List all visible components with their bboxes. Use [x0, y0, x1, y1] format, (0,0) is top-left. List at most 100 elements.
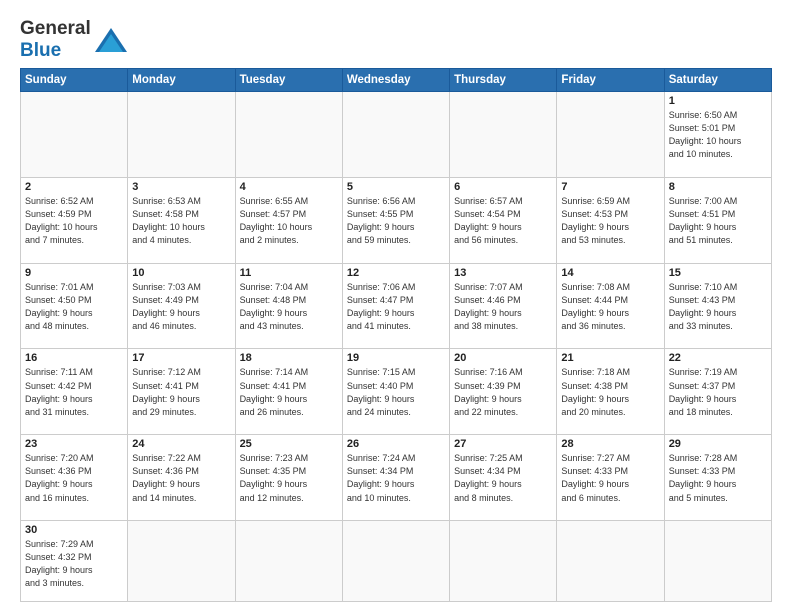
day-info: Sunrise: 7:22 AM Sunset: 4:36 PM Dayligh… [132, 452, 230, 504]
calendar-cell: 2 Sunrise: 6:52 AM Sunset: 4:59 PM Daylig… [21, 177, 128, 263]
calendar-cell [342, 521, 449, 602]
day-number: 12 [347, 267, 445, 279]
header-monday: Monday [128, 68, 235, 91]
day-info: Sunrise: 7:04 AM Sunset: 4:48 PM Dayligh… [240, 281, 338, 333]
calendar-cell: 4Sunrise: 6:55 AM Sunset: 4:57 PM Daylig… [235, 177, 342, 263]
calendar-cell: 12 Sunrise: 7:06 AM Sunset: 4:47 PM Dayli… [342, 263, 449, 349]
day-number: 6 [454, 181, 552, 193]
calendar-cell: 28Sunrise: 7:27 AM Sunset: 4:33 PM Dayli… [557, 435, 664, 521]
calendar-cell: 17Sunrise: 7:12 AM Sunset: 4:41 PM Dayli… [128, 349, 235, 435]
header-saturday: Saturday [664, 68, 771, 91]
calendar-cell: 8 Sunrise: 7:00 AM Sunset: 4:51 PM Daylig… [664, 177, 771, 263]
header-sunday: Sunday [21, 68, 128, 91]
day-number: 26 [347, 438, 445, 450]
logo-text: General Blue [20, 18, 91, 62]
day-number: 15 [669, 267, 767, 279]
day-number: 3 [132, 181, 230, 193]
day-info: Sunrise: 7:11 AM Sunset: 4:42 PM Dayligh… [25, 366, 123, 418]
day-number: 22 [669, 352, 767, 364]
day-number: 16 [25, 352, 123, 364]
calendar-cell: 3 Sunrise: 6:53 AM Sunset: 4:58 PM Daylig… [128, 177, 235, 263]
calendar-cell: 1 Sunrise: 6:50 AM Sunset: 5:01 PM Daylig… [664, 91, 771, 177]
header-wednesday: Wednesday [342, 68, 449, 91]
day-number: 19 [347, 352, 445, 364]
day-number: 20 [454, 352, 552, 364]
day-number: 29 [669, 438, 767, 450]
calendar-cell [557, 91, 664, 177]
day-info: Sunrise: 6:57 AM Sunset: 4:54 PM Dayligh… [454, 195, 552, 247]
day-info: Sunrise: 7:19 AM Sunset: 4:37 PM Dayligh… [669, 366, 767, 418]
header-tuesday: Tuesday [235, 68, 342, 91]
day-info: Sunrise: 7:00 AM Sunset: 4:51 PM Dayligh… [669, 195, 767, 247]
day-info: Sunrise: 7:25 AM Sunset: 4:34 PM Dayligh… [454, 452, 552, 504]
day-info: Sunrise: 7:15 AM Sunset: 4:40 PM Dayligh… [347, 366, 445, 418]
calendar-cell [450, 521, 557, 602]
day-number: 8 [669, 181, 767, 193]
calendar-cell [21, 91, 128, 177]
calendar-cell: 22 Sunrise: 7:19 AM Sunset: 4:37 PM Dayli… [664, 349, 771, 435]
page: General Blue Sunday Monday Tuesday Wedne… [0, 0, 792, 612]
day-info: Sunrise: 6:52 AM Sunset: 4:59 PM Dayligh… [25, 195, 123, 247]
calendar-cell: 14Sunrise: 7:08 AM Sunset: 4:44 PM Dayli… [557, 263, 664, 349]
logo-icon [93, 26, 129, 54]
day-number: 1 [669, 95, 767, 107]
day-info: Sunrise: 6:53 AM Sunset: 4:58 PM Dayligh… [132, 195, 230, 247]
day-info: Sunrise: 6:59 AM Sunset: 4:53 PM Dayligh… [561, 195, 659, 247]
calendar-cell: 26 Sunrise: 7:24 AM Sunset: 4:34 PM Dayli… [342, 435, 449, 521]
day-info: Sunrise: 7:24 AM Sunset: 4:34 PM Dayligh… [347, 452, 445, 504]
day-number: 18 [240, 352, 338, 364]
calendar-cell: 15 Sunrise: 7:10 AM Sunset: 4:43 PM Dayli… [664, 263, 771, 349]
calendar-cell: 27 Sunrise: 7:25 AM Sunset: 4:34 PM Dayli… [450, 435, 557, 521]
day-number: 7 [561, 181, 659, 193]
calendar-cell [664, 521, 771, 602]
day-number: 17 [132, 352, 230, 364]
calendar-cell: 29Sunrise: 7:28 AM Sunset: 4:33 PM Dayli… [664, 435, 771, 521]
day-info: Sunrise: 7:20 AM Sunset: 4:36 PM Dayligh… [25, 452, 123, 504]
day-number: 4 [240, 181, 338, 193]
calendar-cell: 18 Sunrise: 7:14 AM Sunset: 4:41 PM Dayli… [235, 349, 342, 435]
day-number: 24 [132, 438, 230, 450]
calendar-cell [235, 521, 342, 602]
header-thursday: Thursday [450, 68, 557, 91]
day-info: Sunrise: 7:18 AM Sunset: 4:38 PM Dayligh… [561, 366, 659, 418]
day-info: Sunrise: 7:10 AM Sunset: 4:43 PM Dayligh… [669, 281, 767, 333]
day-number: 21 [561, 352, 659, 364]
calendar-cell [128, 521, 235, 602]
calendar-cell [557, 521, 664, 602]
day-info: Sunrise: 7:06 AM Sunset: 4:47 PM Dayligh… [347, 281, 445, 333]
day-info: Sunrise: 7:01 AM Sunset: 4:50 PM Dayligh… [25, 281, 123, 333]
day-info: Sunrise: 7:14 AM Sunset: 4:41 PM Dayligh… [240, 366, 338, 418]
logo-general: General [20, 18, 91, 39]
day-info: Sunrise: 7:03 AM Sunset: 4:49 PM Dayligh… [132, 281, 230, 333]
day-info: Sunrise: 6:56 AM Sunset: 4:55 PM Dayligh… [347, 195, 445, 247]
calendar-header-row: Sunday Monday Tuesday Wednesday Thursday… [21, 68, 772, 91]
calendar-cell: 20Sunrise: 7:16 AM Sunset: 4:39 PM Dayli… [450, 349, 557, 435]
calendar-cell: 19 Sunrise: 7:15 AM Sunset: 4:40 PM Dayli… [342, 349, 449, 435]
calendar-cell [128, 91, 235, 177]
logo: General Blue [20, 18, 129, 62]
calendar-cell: 21 Sunrise: 7:18 AM Sunset: 4:38 PM Dayli… [557, 349, 664, 435]
calendar-cell: 9 Sunrise: 7:01 AM Sunset: 4:50 PM Daylig… [21, 263, 128, 349]
calendar-cell [342, 91, 449, 177]
day-number: 11 [240, 267, 338, 279]
calendar-cell: 11 Sunrise: 7:04 AM Sunset: 4:48 PM Dayli… [235, 263, 342, 349]
day-number: 9 [25, 267, 123, 279]
day-number: 27 [454, 438, 552, 450]
calendar-cell: 10 Sunrise: 7:03 AM Sunset: 4:49 PM Dayli… [128, 263, 235, 349]
day-info: Sunrise: 7:27 AM Sunset: 4:33 PM Dayligh… [561, 452, 659, 504]
day-info: Sunrise: 6:50 AM Sunset: 5:01 PM Dayligh… [669, 109, 767, 161]
calendar-cell: 5 Sunrise: 6:56 AM Sunset: 4:55 PM Daylig… [342, 177, 449, 263]
calendar-cell: 23Sunrise: 7:20 AM Sunset: 4:36 PM Dayli… [21, 435, 128, 521]
day-number: 10 [132, 267, 230, 279]
day-number: 2 [25, 181, 123, 193]
header: General Blue [20, 18, 772, 62]
day-number: 5 [347, 181, 445, 193]
calendar-cell: 24 Sunrise: 7:22 AM Sunset: 4:36 PM Dayli… [128, 435, 235, 521]
day-number: 25 [240, 438, 338, 450]
calendar-cell: 6 Sunrise: 6:57 AM Sunset: 4:54 PM Daylig… [450, 177, 557, 263]
calendar-cell: 30Sunrise: 7:29 AM Sunset: 4:32 PM Dayli… [21, 521, 128, 602]
calendar-cell: 7 Sunrise: 6:59 AM Sunset: 4:53 PM Daylig… [557, 177, 664, 263]
calendar-cell: 16 Sunrise: 7:11 AM Sunset: 4:42 PM Dayli… [21, 349, 128, 435]
day-info: Sunrise: 7:08 AM Sunset: 4:44 PM Dayligh… [561, 281, 659, 333]
calendar-cell: 13Sunrise: 7:07 AM Sunset: 4:46 PM Dayli… [450, 263, 557, 349]
